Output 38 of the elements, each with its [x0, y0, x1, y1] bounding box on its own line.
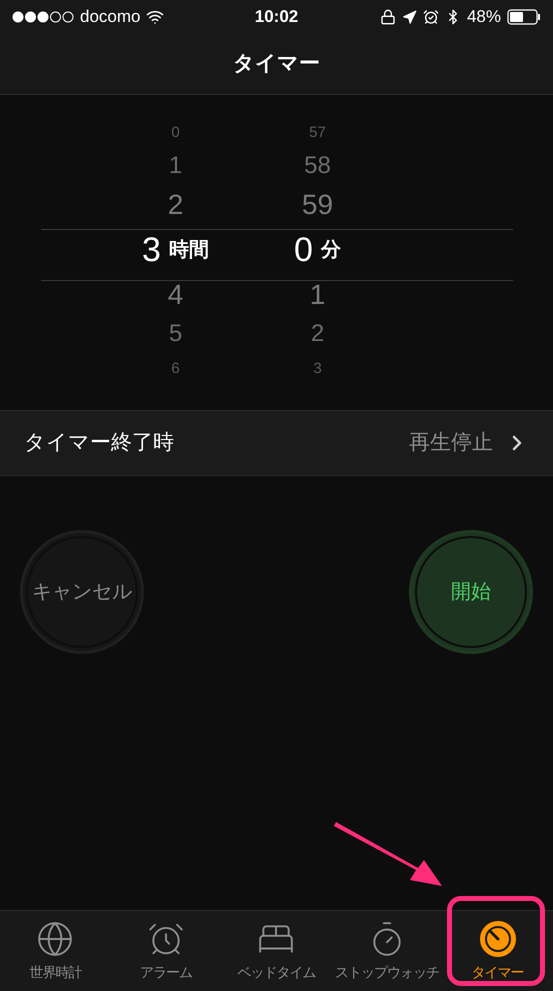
picker-value[interactable]: 0	[294, 233, 313, 267]
start-button[interactable]: 開始	[409, 530, 533, 654]
alarm-clock-icon	[422, 9, 439, 25]
picker-value[interactable]: 3	[142, 233, 161, 267]
carrier-name: docomo	[80, 6, 140, 28]
picker-value[interactable]: 2	[310, 322, 324, 346]
picker-value[interactable]: 3	[313, 360, 322, 376]
tab-item[interactable]: アラーム	[110, 911, 222, 991]
battery-percent: 48%	[466, 6, 501, 28]
picker-value[interactable]: 1	[168, 154, 182, 178]
globe-icon	[36, 920, 74, 958]
picker-value[interactable]: 2	[168, 191, 184, 219]
cancel-button[interactable]: キャンセル	[20, 530, 144, 654]
picker-value[interactable]: 5	[168, 322, 182, 346]
tab-item[interactable]: ストップウォッチ	[332, 911, 442, 991]
picker-value[interactable]: 0	[171, 124, 180, 140]
picker-value[interactable]: 58	[304, 154, 331, 178]
picker-value[interactable]: 57	[309, 124, 326, 140]
unit-label: 時間	[168, 238, 209, 263]
picker-value[interactable]: 1	[310, 281, 326, 309]
tab-item[interactable]: 世界時計	[0, 911, 111, 991]
timer-icon	[478, 920, 517, 958]
tab-item[interactable]: ベッドタイム	[221, 911, 332, 991]
clock-time: 10:02	[254, 6, 298, 28]
timer-end-row[interactable]: タイマー終了時 再生停止	[0, 410, 553, 476]
row-value: 再生停止	[409, 430, 493, 456]
unit-label: 分	[320, 238, 341, 263]
signal-icon	[12, 11, 74, 23]
picker-value[interactable]: 4	[168, 281, 184, 309]
location-icon	[402, 10, 417, 24]
rotation-lock-icon	[380, 9, 396, 25]
row-label: タイマー終了時	[24, 430, 174, 456]
battery-icon	[506, 9, 541, 25]
screen-title: タイマー	[233, 51, 320, 78]
picker-value[interactable]: 6	[171, 360, 180, 376]
picker-value[interactable]: 59	[302, 191, 334, 219]
tab-item[interactable]: タイマー	[442, 911, 553, 991]
wifi-icon	[146, 8, 164, 26]
